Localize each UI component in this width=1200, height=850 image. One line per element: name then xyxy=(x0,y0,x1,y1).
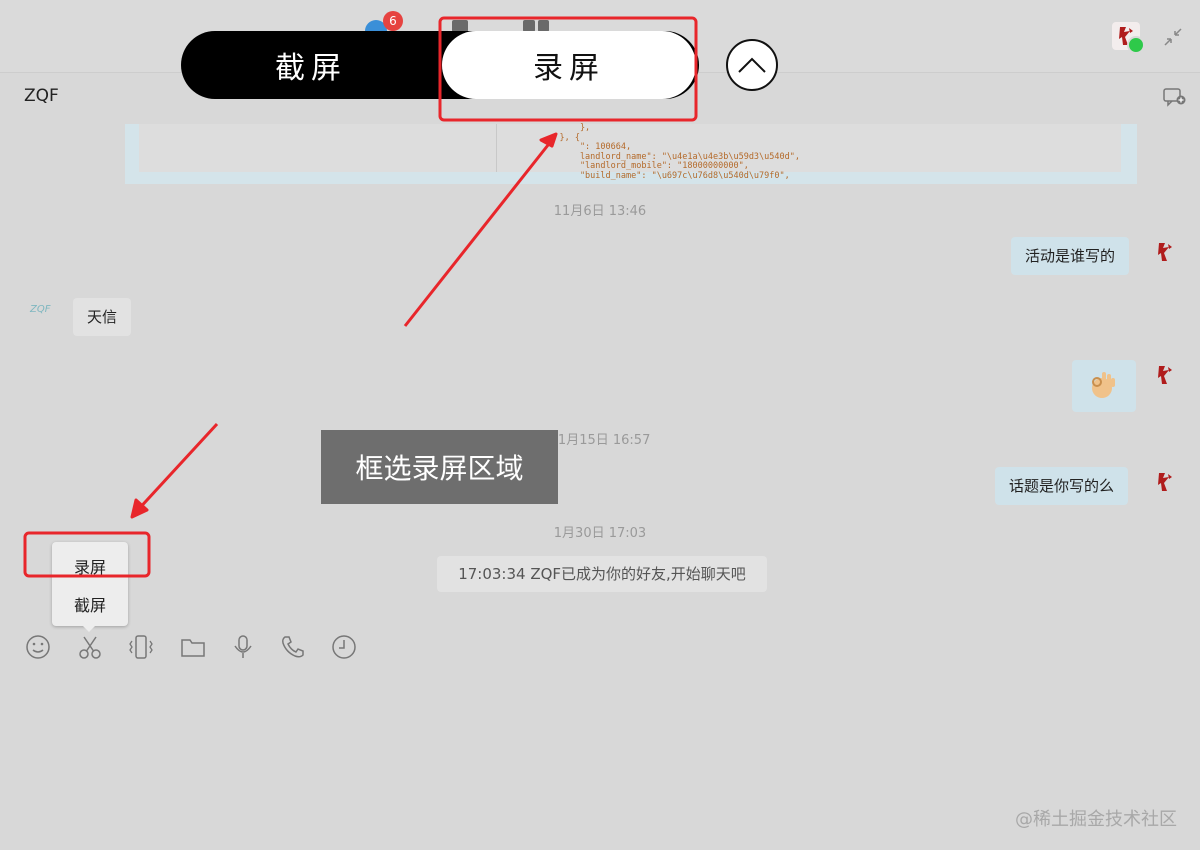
watermark: @稀土掘金技术社区 xyxy=(1015,809,1177,830)
arrow-to-record-menu xyxy=(130,422,219,519)
highlight-box-record-menu xyxy=(23,531,151,578)
arrow-to-record-mode xyxy=(403,132,558,327)
highlight-box-record-mode xyxy=(438,16,698,122)
annotation-overlay xyxy=(23,16,698,578)
